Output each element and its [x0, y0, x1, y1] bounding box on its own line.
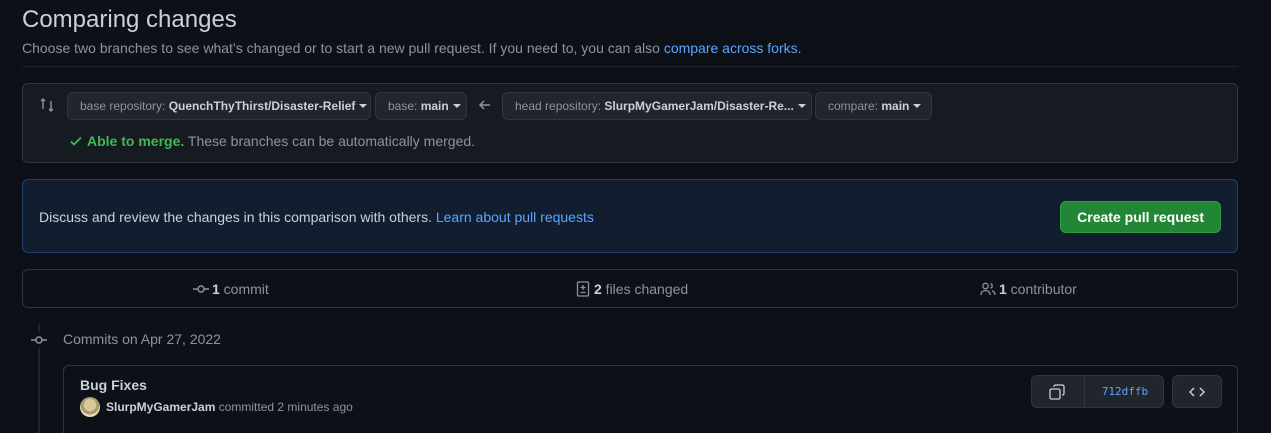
compare-across-forks-link[interactable]: compare across forks: [664, 40, 798, 56]
base-branch-label: base:: [388, 99, 421, 113]
base-branch-value: main: [420, 99, 449, 113]
commits-count: 1: [212, 281, 220, 297]
discuss-message: Discuss and review the changes in this c…: [39, 209, 436, 225]
commit-sha-link[interactable]: 712dffb: [1086, 376, 1163, 407]
caret-down-icon: [797, 104, 806, 108]
files-count: 2: [594, 281, 602, 297]
base-branch-select[interactable]: base: main: [375, 92, 467, 120]
comparison-stats: 1 commit 2 files changed 1 contributor: [22, 269, 1238, 308]
copy-sha-button[interactable]: [1032, 376, 1085, 407]
discuss-text: Discuss and review the changes in this c…: [39, 209, 594, 225]
compare-box: base repository: QuenchThyThirst/Disaste…: [22, 83, 1238, 163]
page-title: Comparing changes: [22, 6, 237, 33]
page-subtitle: Choose two branches to see what’s change…: [22, 40, 802, 56]
commit-meta: SlurpMyGamerJam committed 2 minutes ago: [106, 400, 353, 414]
commit-icon: [31, 336, 47, 344]
contributors-count: 1: [999, 281, 1007, 297]
head-repository-select[interactable]: head repository: SlurpMyGamerJam/Disaste…: [502, 92, 812, 120]
commit-title-link[interactable]: Bug Fixes: [80, 377, 147, 393]
compare-arrows-icon: [40, 98, 54, 112]
merge-ok-label: Able to merge.: [87, 133, 185, 149]
check-icon: [70, 136, 82, 146]
head-repository-value: SlurpMyGamerJam/Disaster-Re...: [604, 99, 794, 113]
browse-repository-button[interactable]: [1172, 375, 1222, 408]
people-icon: [980, 282, 996, 296]
learn-pull-requests-link[interactable]: Learn about pull requests: [436, 209, 594, 225]
subtitle-end: .: [797, 40, 802, 56]
commit-time: committed 2 minutes ago: [215, 400, 353, 414]
copy-icon: [1049, 384, 1065, 400]
head-repository-label: head repository:: [515, 99, 605, 113]
commit-item: Bug Fixes SlurpMyGamerJam committed 2 mi…: [63, 365, 1238, 433]
discuss-banner: Discuss and review the changes in this c…: [22, 179, 1238, 253]
caret-down-icon: [913, 104, 922, 108]
contributors-label: contributor: [1006, 281, 1077, 297]
compare-branch-label: compare:: [828, 99, 882, 113]
compare-branch-select[interactable]: compare: main: [815, 92, 932, 120]
divider: [22, 66, 1238, 67]
commit-icon: [193, 285, 209, 293]
commits-label: commit: [219, 281, 269, 297]
caret-down-icon: [359, 104, 368, 108]
commit-sha-group: 712dffb: [1031, 375, 1164, 408]
files-label: files changed: [601, 281, 689, 297]
subtitle-text: Choose two branches to see what’s change…: [22, 40, 664, 56]
avatar[interactable]: [80, 397, 100, 417]
create-pull-request-button[interactable]: Create pull request: [1060, 201, 1221, 233]
base-repository-value: QuenchThyThirst/Disaster-Relief: [168, 99, 356, 113]
caret-down-icon: [452, 104, 461, 108]
file-diff-icon: [576, 281, 590, 297]
files-changed-stat[interactable]: 2 files changed: [575, 281, 688, 297]
merge-status-text: These branches can be automatically merg…: [184, 133, 476, 149]
commit-author-link[interactable]: SlurpMyGamerJam: [106, 400, 215, 414]
compare-branch-value: main: [881, 99, 910, 113]
merge-status: Able to merge. These branches can be aut…: [69, 133, 475, 149]
base-repository-label: base repository:: [80, 99, 169, 113]
contributors-stat[interactable]: 1 contributor: [980, 281, 1077, 297]
timeline-node: [30, 332, 48, 348]
commits-stat[interactable]: 1 commit: [193, 281, 269, 297]
code-icon: [1189, 387, 1205, 397]
arrow-left-icon: [478, 100, 490, 110]
base-repository-select[interactable]: base repository: QuenchThyThirst/Disaste…: [67, 92, 371, 120]
commits-date-heading: Commits on Apr 27, 2022: [63, 331, 221, 347]
